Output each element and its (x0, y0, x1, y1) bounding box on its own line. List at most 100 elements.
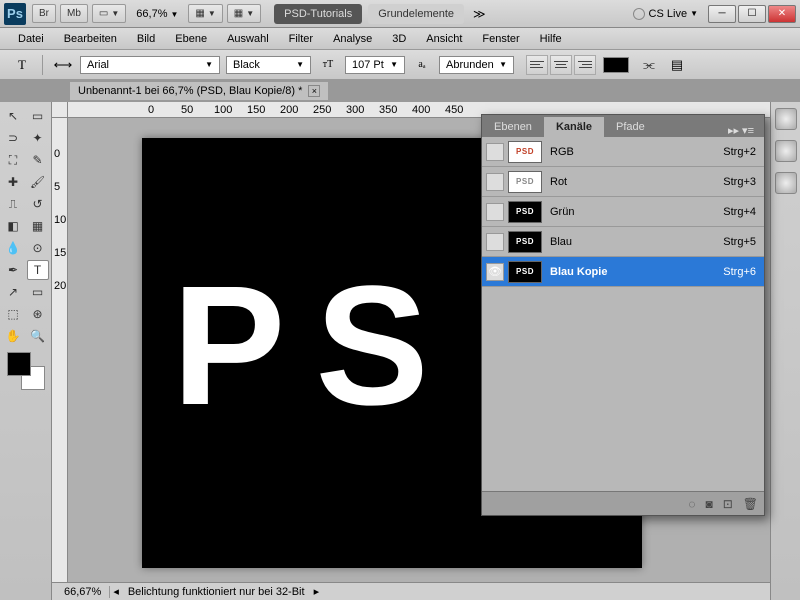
magic-wand-tool[interactable]: ✦ (27, 128, 49, 148)
panel-menu-icon[interactable]: ▸▸ ▾≡ (718, 124, 764, 137)
healing-tool[interactable]: ✚ (2, 172, 24, 192)
font-size-select[interactable]: 107 Pt▼ (345, 56, 405, 74)
menu-analyse[interactable]: Analyse (323, 33, 382, 45)
gradient-tool[interactable]: ▦ (27, 216, 49, 236)
blur-tool[interactable]: 💧 (2, 238, 24, 258)
3d-camera-tool[interactable]: ⊛ (27, 304, 49, 324)
status-zoom[interactable]: 66,67% (56, 586, 110, 598)
close-tab-icon[interactable]: × (308, 85, 320, 97)
channel-thumbnail: PSD (508, 261, 542, 283)
channel-rot[interactable]: PSD Rot Strg+3 (482, 167, 764, 197)
visibility-toggle[interactable] (486, 173, 504, 191)
channel-list: PSD RGB Strg+2 PSD Rot Strg+3 PSD Grün S… (482, 137, 764, 491)
shape-tool[interactable]: ▭ (27, 282, 49, 302)
status-nav-left-icon[interactable]: ◂ (110, 585, 122, 598)
antialias-select[interactable]: Abrunden▼ (439, 56, 514, 74)
menu-datei[interactable]: Datei (8, 33, 54, 45)
swatches-panel-icon[interactable] (775, 140, 797, 162)
visibility-toggle[interactable] (486, 233, 504, 251)
align-center-button[interactable] (550, 55, 572, 75)
marquee-tool[interactable]: ▭ (27, 106, 49, 126)
path-select-tool[interactable]: ↗ (2, 282, 24, 302)
channel-rgb[interactable]: PSD RGB Strg+2 (482, 137, 764, 167)
ps-logo: Ps (4, 3, 26, 25)
3d-tool[interactable]: ⬚ (2, 304, 24, 324)
channel-blau[interactable]: PSD Blau Strg+5 (482, 227, 764, 257)
channel-thumbnail: PSD (508, 231, 542, 253)
load-selection-icon[interactable]: ◌ (688, 497, 695, 511)
font-weight-select[interactable]: Black▼ (226, 56, 311, 74)
text-color-swatch[interactable] (603, 57, 629, 73)
dodge-tool[interactable]: ⊙ (27, 238, 49, 258)
menu-bearbeiten[interactable]: Bearbeiten (54, 33, 127, 45)
new-channel-icon[interactable]: ⊡ (723, 497, 733, 511)
channels-panel: Ebenen Kanäle Pfade ▸▸ ▾≡ PSD RGB Strg+2… (481, 114, 765, 516)
lasso-tool[interactable]: ⊃ (2, 128, 24, 148)
document-tab[interactable]: Unbenannt-1 bei 66,7% (PSD, Blau Kopie/8… (70, 82, 328, 100)
titlebar: Ps Br Mb ▭▼ 66,7%▼ ▦▼ ▦▼ PSD-Tutorials G… (0, 0, 800, 28)
adjustments-panel-icon[interactable] (775, 172, 797, 194)
workspace-tutorials[interactable]: PSD-Tutorials (274, 4, 362, 24)
move-tool[interactable]: ↖ (2, 106, 24, 126)
eyedropper-tool[interactable]: ✎ (27, 150, 49, 170)
foreground-color[interactable] (7, 352, 31, 376)
color-picker[interactable] (7, 352, 45, 390)
menu-ebene[interactable]: Ebene (165, 33, 217, 45)
history-brush-tool[interactable]: ↺ (27, 194, 49, 214)
text-orientation-icon[interactable]: ⟷ (52, 54, 74, 76)
tab-kanaele[interactable]: Kanäle (544, 117, 604, 137)
maximize-button[interactable]: ☐ (738, 5, 766, 23)
pen-tool[interactable]: ✒ (2, 260, 24, 280)
stamp-tool[interactable]: ⎍ (2, 194, 24, 214)
minibridge-button[interactable]: Mb (60, 4, 88, 23)
eraser-tool[interactable]: ◧ (2, 216, 24, 236)
channel-blau-kopie[interactable]: 👁 PSD Blau Kopie Strg+6 (482, 257, 764, 287)
menu-ansicht[interactable]: Ansicht (416, 33, 472, 45)
font-family-select[interactable]: Arial▼ (80, 56, 220, 74)
menu-bild[interactable]: Bild (127, 33, 165, 45)
status-nav-right-icon[interactable]: ▸ (311, 585, 323, 598)
warp-text-icon[interactable]: ⫘ (638, 54, 660, 76)
screen-mode-button[interactable]: ▭▼ (92, 4, 126, 23)
visibility-toggle[interactable] (486, 143, 504, 161)
color-panel-icon[interactable] (775, 108, 797, 130)
minimize-button[interactable]: ─ (708, 5, 736, 23)
menu-fenster[interactable]: Fenster (472, 33, 529, 45)
tab-pfade[interactable]: Pfade (604, 117, 657, 137)
menu-hilfe[interactable]: Hilfe (530, 33, 572, 45)
zoom-display[interactable]: 66,7%▼ (128, 8, 186, 20)
save-selection-icon[interactable]: ◙ (705, 497, 712, 511)
text-cursor-icon: I (432, 232, 436, 250)
extras-button[interactable]: ▦▼ (227, 4, 261, 23)
ruler-corner (52, 102, 68, 118)
panel-footer: ◌ ◙ ⊡ 🗑 (482, 491, 764, 515)
workspace-more[interactable]: ≫ (467, 7, 492, 21)
align-left-button[interactable] (526, 55, 548, 75)
arrange-button[interactable]: ▦▼ (188, 4, 222, 23)
visibility-toggle[interactable] (486, 203, 504, 221)
menu-3d[interactable]: 3D (382, 33, 416, 45)
visibility-toggle[interactable]: 👁 (486, 263, 504, 281)
panel-tabs: Ebenen Kanäle Pfade ▸▸ ▾≡ (482, 115, 764, 137)
brush-tool[interactable]: 🖌 (27, 172, 49, 192)
close-button[interactable]: ✕ (768, 5, 796, 23)
align-right-button[interactable] (574, 55, 596, 75)
status-info: Belichtung funktioniert nur bei 32-Bit (122, 586, 311, 598)
antialias-icon: aₐ (411, 54, 433, 76)
channel-thumbnail: PSD (508, 171, 542, 193)
channel-gruen[interactable]: PSD Grün Strg+4 (482, 197, 764, 227)
delete-channel-icon[interactable]: 🗑 (743, 497, 758, 511)
hand-tool[interactable]: ✋ (2, 326, 24, 346)
cslive-button[interactable]: CS Live▼ (633, 8, 698, 20)
menu-auswahl[interactable]: Auswahl (217, 33, 279, 45)
menu-filter[interactable]: Filter (279, 33, 323, 45)
text-tool-icon[interactable]: T (11, 54, 33, 76)
character-panel-icon[interactable]: ▤ (666, 54, 688, 76)
text-tool[interactable]: T (27, 260, 49, 280)
workspace-grundelemente[interactable]: Grundelemente (368, 4, 464, 24)
channel-thumbnail: PSD (508, 141, 542, 163)
tab-ebenen[interactable]: Ebenen (482, 117, 544, 137)
zoom-tool[interactable]: 🔍 (27, 326, 49, 346)
bridge-button[interactable]: Br (32, 4, 56, 23)
crop-tool[interactable]: ⛶ (2, 150, 24, 170)
